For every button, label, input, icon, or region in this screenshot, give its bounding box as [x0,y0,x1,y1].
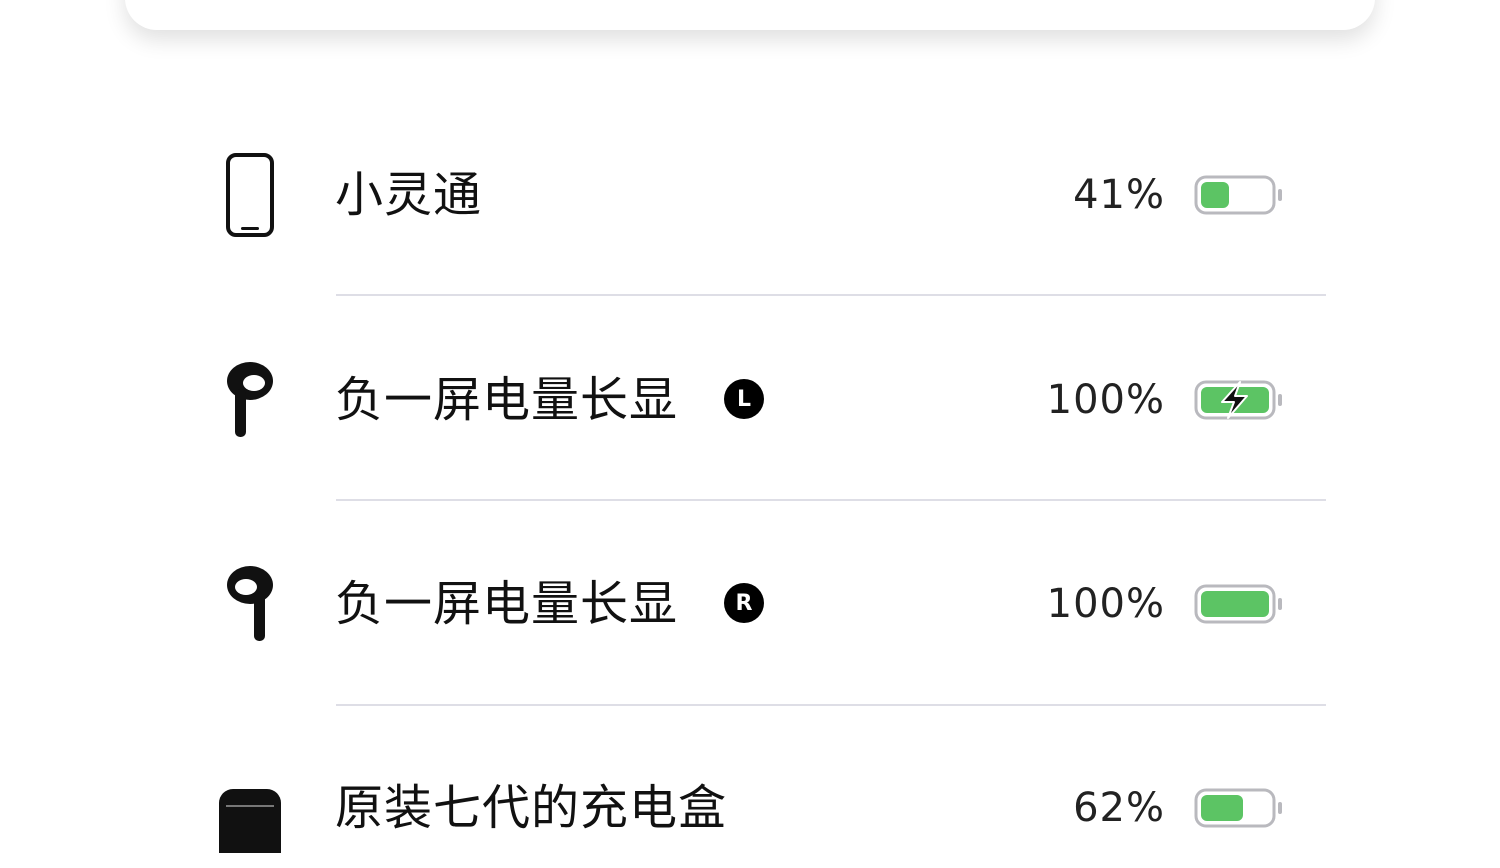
battery-icon [1194,584,1284,628]
side-badge-right: R [724,583,764,623]
device-row-phone: 小灵通 41% [0,135,1500,255]
battery-icon [1194,175,1284,219]
device-row-airpod-left: 负一屏电量长显 L 100% [0,340,1500,460]
divider [336,294,1326,296]
airpod-left-icon [200,340,300,460]
battery-percent: 100% [1046,377,1165,423]
device-row-case: 原装七代的充电盒 62% [0,748,1500,868]
side-badge-left: L [724,379,764,419]
device-name: 小灵通 [335,167,483,223]
battery-percent: 62% [1073,785,1165,831]
battery-percent: 100% [1046,581,1165,627]
battery-percent: 41% [1073,172,1165,218]
top-card [125,0,1375,30]
device-name: 负一屏电量长显 [335,576,679,632]
iphone-icon [200,135,300,255]
divider [336,704,1326,706]
battery-charging-icon [1194,380,1284,424]
divider [336,499,1326,501]
airpod-right-icon [200,544,300,664]
device-name: 原装七代的充电盒 [335,780,728,836]
battery-icon [1194,788,1284,832]
device-name: 负一屏电量长显 [335,372,679,428]
airpods-case-icon [200,748,300,868]
device-row-airpod-right: 负一屏电量长显 R 100% [0,544,1500,664]
